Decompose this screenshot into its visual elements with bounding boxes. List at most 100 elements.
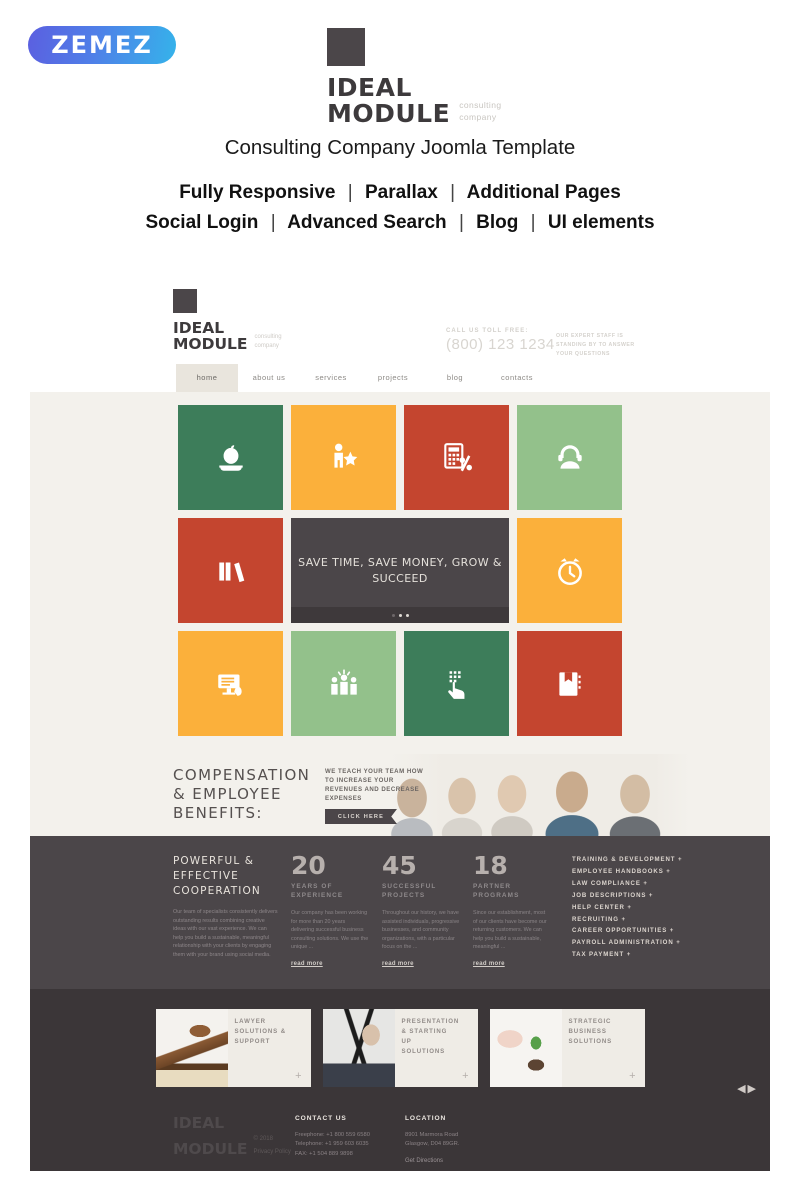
stat-text: Throughout our history, we have assisted… — [382, 910, 460, 951]
carousel-card[interactable]: LAWYER SOLUTIONS & SUPPORT + — [155, 1008, 311, 1087]
card-plus-icon[interactable]: + — [295, 1070, 302, 1081]
zemez-logo: ZEMEZ — [28, 26, 176, 64]
brand-tagline-line1: consulting — [459, 100, 502, 111]
cooperation-heading-line2: EFFECTIVE — [173, 870, 239, 882]
tiles-row-2: SAVE TIME, SAVE MONEY, GROW & SUCCEED — [30, 518, 770, 623]
click-here-button[interactable]: CLICK HERE — [325, 809, 397, 824]
apple-book-icon — [218, 444, 243, 471]
team-group-icon — [330, 668, 357, 695]
alarm-clock-icon — [557, 557, 582, 585]
service-link-job-descriptions[interactable]: JOB DESCRIPTIONS + — [572, 890, 682, 902]
nav-item-blog[interactable]: blog — [424, 364, 486, 392]
footer-fax: FAX: +1 504 889 9898 — [295, 1150, 353, 1157]
tiles-row-3 — [30, 631, 770, 736]
cooperation-section: POWERFUL & EFFECTIVE COOPERATION Our tea… — [30, 836, 770, 989]
footer-brand-line1: IDEAL — [173, 1113, 225, 1132]
service-link-help-center[interactable]: HELP CENTER + — [572, 902, 682, 914]
nav-item-about-us[interactable]: about us — [238, 364, 300, 392]
read-more-link[interactable]: read more — [291, 961, 369, 967]
site-footer: IDEAL MODULE © 2018 Privacy Policy CONTA… — [30, 1100, 770, 1171]
site-logo[interactable]: IDEAL MODULE consulting company — [173, 289, 282, 352]
phone-label: CALL US TOLL FREE: — [446, 328, 529, 334]
slider-dot-3[interactable] — [405, 613, 409, 617]
service-link-careers[interactable]: CAREER OPPORTUNITIES + — [572, 925, 682, 937]
card-title-line2: & STARTING — [401, 1027, 448, 1035]
footer-privacy-link[interactable]: Privacy Policy — [254, 1147, 291, 1157]
site-logo-tagline1: consulting — [254, 333, 282, 340]
feature-separator: | — [450, 182, 456, 203]
feature-separator: | — [458, 212, 464, 233]
stat-number: 18 — [473, 851, 508, 880]
presentation-monitor-icon — [217, 673, 242, 696]
read-more-link[interactable]: read more — [473, 961, 551, 967]
services-list: TRAINING & DEVELOPMENT + EMPLOYEE HANDBO… — [572, 854, 682, 967]
footer-copyright: © 2018 — [253, 1136, 273, 1143]
template-preview: IDEAL MODULE consulting company CALL US … — [30, 281, 770, 1200]
stat-number: 20 — [291, 851, 326, 880]
phone-note: OUR EXPERT STAFF IS STANDING BY TO ANSWE… — [556, 333, 635, 357]
site-logo-line2: MODULE — [173, 335, 248, 354]
feature-item: Fully Responsive — [179, 182, 336, 203]
tile-support[interactable] — [517, 405, 622, 510]
calculator-percent-icon — [443, 442, 472, 471]
slider-dot-2[interactable] — [398, 613, 402, 617]
main-navigation: home about us services projects blog con… — [176, 364, 548, 392]
service-link-training[interactable]: TRAINING & DEVELOPMENT + — [572, 854, 682, 866]
stat-label-line2: PROJECTS — [382, 892, 426, 899]
carousel-next-arrow-icon[interactable]: ▶ — [748, 1083, 756, 1095]
stat-label-line1: YEARS OF — [291, 883, 333, 890]
service-link-law[interactable]: LAW COMPLIANCE + — [572, 878, 682, 890]
service-link-recruiting[interactable]: RECRUITING + — [572, 914, 682, 926]
hero-slider[interactable]: SAVE TIME, SAVE MONEY, GROW & SUCCEED — [291, 518, 509, 623]
carousel-card[interactable]: STRATEGIC BUSINESS SOLUTIONS + — [489, 1008, 645, 1087]
tile-presentation[interactable] — [178, 631, 283, 736]
card-plus-icon[interactable]: + — [462, 1070, 469, 1081]
zemez-logo-text: ZEMEZ — [51, 31, 153, 59]
tile-leadership[interactable] — [291, 405, 396, 510]
card-title-line1: PRESENTATION — [401, 1017, 460, 1025]
service-link-handbooks[interactable]: EMPLOYEE HANDBOOKS + — [572, 866, 682, 878]
tile-time-management[interactable] — [517, 518, 622, 623]
service-link-payroll[interactable]: PAYROLL ADMINISTRATION + — [572, 937, 682, 949]
stat-label: PARTNER PROGRAMS — [473, 882, 551, 900]
tile-notebook[interactable] — [517, 631, 622, 736]
card-title-line3: SUPPORT — [234, 1037, 271, 1045]
carousel-card-title: PRESENTATION & STARTING UP SOLUTIONS + — [395, 1009, 478, 1087]
toll-free-phone[interactable]: CALL US TOLL FREE: (800) 123 1234 — [446, 328, 555, 353]
promo-features: Fully Responsive | Parallax | Additional… — [0, 178, 800, 238]
card-title-line2: SOLUTIONS & — [234, 1027, 287, 1035]
promo-features-row1: Fully Responsive | Parallax | Additional… — [0, 178, 800, 208]
promo-header: ZEMEZ IDEAL MODULE consulting company Co… — [0, 0, 800, 281]
feature-separator: | — [270, 212, 276, 233]
nav-item-home[interactable]: home — [176, 364, 238, 392]
tile-library[interactable] — [178, 518, 283, 623]
card-title-line2: BUSINESS — [568, 1027, 607, 1035]
slider-dot-1[interactable] — [391, 613, 395, 617]
nav-item-services[interactable]: services — [300, 364, 362, 392]
nav-item-contacts[interactable]: contacts — [486, 364, 548, 392]
feature-item: Additional Pages — [466, 182, 621, 203]
stat-label: SUCCESSFUL PROJECTS — [382, 882, 460, 900]
notebook-icon — [558, 671, 581, 696]
carousel-card-title: LAWYER SOLUTIONS & SUPPORT + — [228, 1009, 311, 1087]
carousel-card[interactable]: PRESENTATION & STARTING UP SOLUTIONS + — [322, 1008, 478, 1087]
tile-team[interactable] — [291, 631, 396, 736]
service-link-tax[interactable]: TAX PAYMENT + — [572, 949, 682, 961]
slider-dots[interactable] — [291, 607, 509, 623]
footer-location-column: LOCATION 8901 Marmora Road Glasgow, D04 … — [405, 1115, 515, 1164]
feature-item: Advanced Search — [287, 212, 447, 233]
get-directions-link[interactable]: Get Directions — [405, 1158, 515, 1164]
card-plus-icon[interactable]: + — [629, 1070, 636, 1081]
tile-interactive[interactable] — [404, 631, 509, 736]
nav-item-projects[interactable]: projects — [362, 364, 424, 392]
cooperation-heading-line3: COOPERATION — [173, 885, 261, 897]
promo-title: Consulting Company Joomla Template — [224, 136, 576, 159]
stat-label-line1: PARTNER — [473, 883, 512, 890]
tile-education[interactable] — [178, 405, 283, 510]
carousel-prev-arrow-icon[interactable]: ◀ — [737, 1083, 745, 1095]
brand-name-line1: IDEAL — [327, 73, 412, 102]
stat-label-line2: EXPERIENCE — [291, 892, 344, 899]
read-more-link[interactable]: read more — [382, 961, 460, 967]
tiles-row-1 — [30, 405, 770, 510]
tile-accounting[interactable] — [404, 405, 509, 510]
